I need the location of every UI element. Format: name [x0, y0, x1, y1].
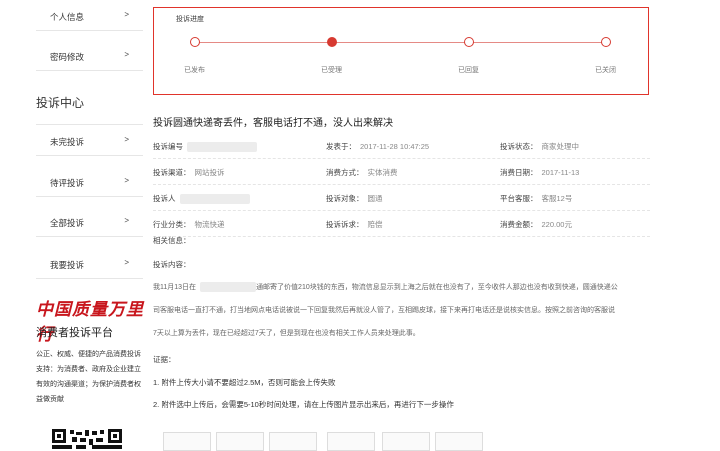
related-info-label: 相关信息： — [153, 236, 191, 245]
redacted-value — [187, 142, 257, 153]
evidence-thumbnail[interactable] — [435, 432, 483, 451]
chevron-right-icon: > — [124, 50, 129, 59]
chevron-right-icon: > — [124, 258, 129, 267]
chevron-right-icon: > — [124, 176, 129, 185]
consume-method: 消费方式： 实体消费 — [326, 168, 398, 177]
complaint-id: 投诉编号 — [153, 141, 257, 153]
content-label: 投诉内容： — [153, 260, 191, 269]
complaint-content: 我11月13日在 通邮寄了价值210块钱的东西，物流信息显示到上海之后就在也没有了… — [153, 276, 650, 345]
progress-step-label: 已受理 — [321, 67, 342, 74]
sidebar-item-label: 个人信息 — [50, 12, 85, 22]
complaint-target: 投诉对象： 圆通 — [326, 194, 383, 203]
evidence-thumbnail[interactable] — [163, 432, 211, 451]
detail-row: 投诉编号 发表于： 2017-11-28 10:47:25 投诉状态： 商家处理中 — [153, 132, 650, 159]
progress-line — [195, 42, 608, 43]
qr-code-icon — [52, 429, 122, 449]
redacted-value — [179, 194, 250, 205]
evidence-thumbnail[interactable] — [327, 432, 375, 451]
evidence-thumbnail[interactable] — [216, 432, 264, 451]
sidebar-item-label: 全部投诉 — [50, 218, 85, 228]
chevron-right-icon: > — [124, 216, 129, 225]
upload-note: 2. 附件选中上传后，会需要5-10秒时间处理，请在上传图片显示出来后，再进行下… — [153, 400, 454, 409]
platform-name: 消费者投诉平台 — [36, 327, 113, 339]
detail-row: 投诉人 投诉对象： 圆通 平台客服： 客服12号 — [153, 184, 650, 211]
progress-step-node-active — [327, 37, 337, 47]
evidence-label: 证据： — [153, 355, 176, 364]
detail-row: 行业分类： 物流快递 投诉诉求： 赔偿 消费金额： 220.00元 — [153, 210, 650, 237]
chevron-right-icon: > — [124, 135, 129, 144]
sidebar-item-label: 密码修改 — [50, 52, 85, 62]
sidebar-item-pending-review[interactable]: 待评投诉 > — [36, 166, 143, 197]
evidence-thumbnail[interactable] — [382, 432, 430, 451]
complainant: 投诉人 — [153, 193, 250, 205]
content-line: 我11月13日在 通邮寄了价值210块钱的东西，物流信息显示到上海之后就在也没有了… — [153, 282, 618, 293]
sidebar-item-profile[interactable]: 个人信息 > — [36, 0, 143, 31]
progress-step-label: 已发布 — [184, 67, 205, 74]
chevron-right-icon: > — [124, 10, 129, 19]
complaint-status: 投诉状态： 商家处理中 — [500, 142, 579, 151]
progress-step-node — [601, 37, 611, 47]
platform-description: 公正、权威、便捷的产品消费投诉支持：为消费者、政府及企业建立有效的沟通渠道；为保… — [36, 351, 141, 403]
complaint-title: 投诉圆通快递寄丢件，客服电话打不通，没人出来解决 — [153, 118, 393, 129]
platform-service: 平台客服： 客服12号 — [500, 194, 573, 203]
sidebar-item-label: 待评投诉 — [50, 178, 85, 188]
sidebar-item-label: 未完投诉 — [50, 137, 85, 147]
progress-step-node — [190, 37, 200, 47]
consume-amount: 消费金额： 220.00元 — [500, 220, 572, 229]
content-line: 7天以上算为丢件，现在已经超过7天了，但是到现在也没有相关工作人员来处理此事。 — [153, 330, 420, 337]
detail-row: 投诉渠道： 网站投诉 消费方式： 实体消费 消费日期： 2017-11-13 — [153, 158, 650, 185]
sidebar-item-new-complaint[interactable]: 我要投诉 > — [36, 248, 143, 279]
sidebar-item-password[interactable]: 密码修改 > — [36, 40, 143, 71]
evidence-thumbnail[interactable] — [269, 432, 317, 451]
complaint-center-heading: 投诉中心 — [36, 96, 85, 110]
redacted-value — [200, 282, 257, 293]
consume-date: 消费日期： 2017-11-13 — [500, 168, 580, 177]
progress-title: 投诉进度 — [176, 16, 204, 23]
progress-step-node — [464, 37, 474, 47]
progress-step-label: 已关闭 — [595, 67, 616, 74]
sidebar-item-all[interactable]: 全部投诉 > — [36, 206, 143, 237]
sidebar: 个人信息 > 密码修改 > 投诉中心 未完投诉 > 待评投诉 > 全部投诉 > … — [0, 0, 145, 449]
content-line: 司客服电话一直打不通，打当地网点电话说被说一下回复我然后再就没人管了，互相踢皮球… — [153, 307, 615, 314]
complaint-progress-panel: 投诉进度 已发布 已受理 已回复 已关闭 — [153, 7, 649, 95]
complaint-channel: 投诉渠道： 网站投诉 — [153, 168, 225, 177]
upload-note: 1. 附件上传大小请不要超过2.5M，否则可能会上传失败 — [153, 378, 336, 387]
industry: 行业分类： 物流快递 — [153, 220, 225, 229]
complaint-demand: 投诉诉求： 赔偿 — [326, 220, 383, 229]
progress-step-label: 已回复 — [458, 67, 479, 74]
sidebar-item-label: 我要投诉 — [50, 260, 85, 270]
sidebar-item-unfinished[interactable]: 未完投诉 > — [36, 124, 143, 156]
published-time: 发表于： 2017-11-28 10:47:25 — [326, 142, 430, 151]
